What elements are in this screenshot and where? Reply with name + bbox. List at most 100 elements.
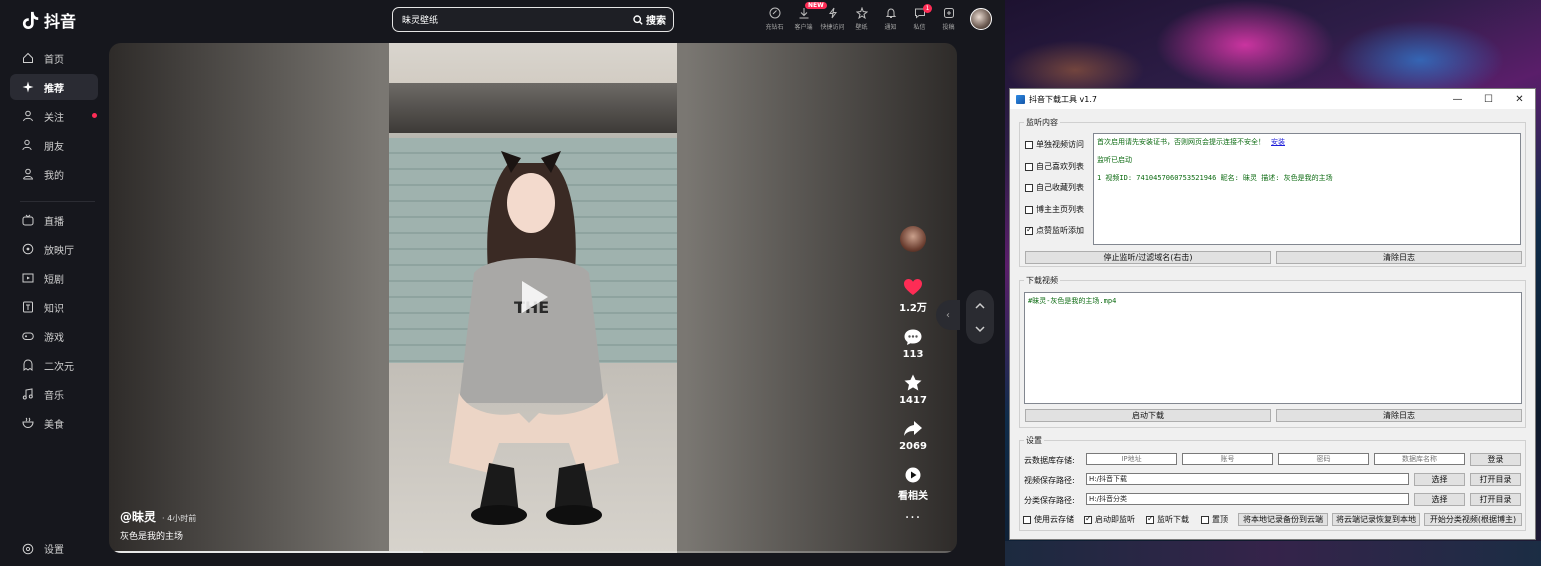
option-single-video[interactable]: 单独视频访问 xyxy=(1025,139,1084,150)
comment-count: 113 xyxy=(902,349,924,360)
restore-from-cloud-button[interactable]: 将云端记录恢复到本地 xyxy=(1332,513,1420,526)
author-avatar[interactable] xyxy=(900,226,926,252)
option-pin-top[interactable]: 置顶 xyxy=(1201,514,1228,525)
sidebar-item-food[interactable]: 美食 xyxy=(10,410,98,436)
share-arrow-icon xyxy=(904,421,922,436)
cloud-account-field[interactable]: 账号 xyxy=(1182,453,1273,465)
sidebar-item-shortdrama[interactable]: 短剧 xyxy=(10,265,98,291)
chevron-down-icon[interactable] xyxy=(974,324,986,334)
video-author[interactable]: @昧灵 · 4小时前 xyxy=(120,508,196,525)
class-path-field[interactable]: H:/抖音分类 xyxy=(1086,493,1409,505)
listen-log[interactable]: 首次启用请先安装证书，否则网页会提示连接不安全！ 安装 监听已启动 1 视频ID:… xyxy=(1093,133,1521,245)
brand-name: 抖音 xyxy=(44,12,77,31)
upload-button[interactable]: 投稿 xyxy=(934,5,963,31)
chevron-up-icon[interactable] xyxy=(974,301,986,311)
sidebar-item-me[interactable]: 我的 xyxy=(10,161,98,187)
sidebar-item-games[interactable]: 游戏 xyxy=(10,323,98,349)
play-icon[interactable] xyxy=(522,281,548,313)
checkbox-checked-icon xyxy=(1084,514,1092,524)
option-label: 博主主页列表 xyxy=(1036,205,1084,214)
like-button[interactable]: 1.2万 xyxy=(899,278,927,314)
option-blogger-home[interactable]: 博主主页列表 xyxy=(1025,204,1084,215)
cloud-ip-field[interactable]: IP地址 xyxy=(1086,453,1177,465)
option-label: 使用云存储 xyxy=(1034,515,1074,524)
settings-group: 设置 云数据库存储: IP地址 账号 密码 数据库名称 登录 视频保存路径: H… xyxy=(1019,435,1526,531)
diamond-icon xyxy=(769,7,780,19)
option-listen-download[interactable]: 监听下载 xyxy=(1146,514,1189,525)
sidebar-item-home[interactable]: 首页 xyxy=(10,45,98,71)
sidebar-item-following[interactable]: 关注 xyxy=(10,103,98,129)
install-cert-link[interactable]: 安装 xyxy=(1271,138,1285,146)
user-icon xyxy=(22,168,34,180)
login-button[interactable]: 登录 xyxy=(1470,453,1521,466)
douyin-logo-icon xyxy=(22,11,39,29)
sidebar-item-anime[interactable]: 二次元 xyxy=(10,352,98,378)
comment-button[interactable]: 113 xyxy=(902,328,924,360)
sidebar-item-music[interactable]: 音乐 xyxy=(10,381,98,407)
open-class-dir-button[interactable]: 打开目录 xyxy=(1470,493,1521,506)
stop-listen-button[interactable]: 停止监听/过滤域名(右击) xyxy=(1025,251,1271,264)
cloud-password-field[interactable]: 密码 xyxy=(1278,453,1369,465)
start-download-button[interactable]: 启动下载 xyxy=(1025,409,1271,422)
bell-icon xyxy=(885,8,896,18)
search-bar: 搜索 xyxy=(392,7,674,32)
log-line: 1 视频ID: 7410457060753521946 昵名: 昧灵 描述: 灰… xyxy=(1097,174,1333,182)
choose-video-path-button[interactable]: 选择 xyxy=(1414,473,1465,486)
sidebar-item-recommend[interactable]: 推荐 xyxy=(10,74,98,100)
client-download-button[interactable]: NEW 客户端 xyxy=(789,2,827,31)
quick-access-button[interactable]: 快捷访问 xyxy=(818,5,847,31)
backup-to-cloud-button[interactable]: 将本地记录备份到云端 xyxy=(1238,513,1328,526)
sidebar-item-friends[interactable]: 朋友 xyxy=(10,132,98,158)
user-avatar[interactable] xyxy=(970,8,992,30)
video-player[interactable]: THE @昧灵 · 4小时前 灰色是我的主场 1.2万 113 1417 206… xyxy=(109,43,957,553)
favorite-button[interactable]: 1417 xyxy=(899,374,927,406)
option-like-listen[interactable]: 点赞监听添加 xyxy=(1025,225,1084,236)
settings-group-label: 设置 xyxy=(1024,435,1044,446)
sidebar-item-label: 推荐 xyxy=(44,83,64,95)
option-favorite-list[interactable]: 自己收藏列表 xyxy=(1025,182,1084,193)
sidebar-item-live[interactable]: 直播 xyxy=(10,207,98,233)
choose-class-path-button[interactable]: 选择 xyxy=(1414,493,1465,506)
clear-download-log-button[interactable]: 清除日志 xyxy=(1276,409,1522,422)
cloud-dbname-field[interactable]: 数据库名称 xyxy=(1374,453,1465,465)
recharge-button[interactable]: 充钻石 xyxy=(760,5,789,31)
related-button[interactable]: 看相关 xyxy=(898,466,928,502)
search-button[interactable]: 搜索 xyxy=(633,12,673,27)
favorite-count: 1417 xyxy=(899,395,927,406)
window-titlebar[interactable]: 抖音下载工具 v1.7 — ☐ ✕ xyxy=(1010,89,1535,109)
share-count: 2069 xyxy=(899,441,927,452)
classify-videos-button[interactable]: 开始分类视频(根据博主) xyxy=(1424,513,1522,526)
notification-button[interactable]: 通知 xyxy=(876,5,905,31)
maximize-icon[interactable]: ☐ xyxy=(1473,94,1504,105)
video-nav-arrows xyxy=(966,290,994,344)
minimize-icon[interactable]: — xyxy=(1442,94,1473,105)
log-line: 首次启用请先安装证书，否则网页会提示连接不安全！ 安装 xyxy=(1097,137,1517,147)
option-use-cloud[interactable]: 使用云存储 xyxy=(1023,514,1074,525)
search-button-label: 搜索 xyxy=(646,16,666,27)
option-auto-listen[interactable]: 启动即监听 xyxy=(1084,514,1135,525)
open-video-dir-button[interactable]: 打开目录 xyxy=(1470,473,1521,486)
sidebar-item-label: 美食 xyxy=(44,419,64,431)
more-options-button[interactable]: ··· xyxy=(905,510,921,526)
clear-log-button[interactable]: 清除日志 xyxy=(1276,251,1522,264)
sidebar-settings[interactable]: 设置 xyxy=(22,541,64,556)
download-log[interactable]: #昧灵-灰色是我的主场.mp4 xyxy=(1024,292,1522,404)
option-liked-list[interactable]: 自己喜欢列表 xyxy=(1025,161,1084,172)
author-name[interactable]: @昧灵 xyxy=(120,508,156,525)
friends-icon xyxy=(22,139,34,151)
video-path-field[interactable]: H:/抖音下载 xyxy=(1086,473,1409,485)
wallpaper-button[interactable]: 壁纸 xyxy=(847,5,876,31)
comment-icon xyxy=(904,329,922,345)
window-controls: — ☐ ✕ xyxy=(1442,94,1535,105)
collapse-panel-button[interactable]: ‹ xyxy=(936,300,960,330)
brand-logo[interactable]: 抖音 xyxy=(22,8,76,32)
video-progress-bar[interactable] xyxy=(109,551,957,553)
messages-button[interactable]: 1 私信 xyxy=(905,4,934,31)
app-icon xyxy=(1016,94,1025,104)
follow-icon xyxy=(22,110,34,122)
sidebar-item-cinema[interactable]: 放映厅 xyxy=(10,236,98,262)
share-button[interactable]: 2069 xyxy=(899,420,927,452)
search-input[interactable] xyxy=(393,14,633,25)
close-icon[interactable]: ✕ xyxy=(1504,94,1535,105)
sidebar-item-knowledge[interactable]: 知识 xyxy=(10,294,98,320)
